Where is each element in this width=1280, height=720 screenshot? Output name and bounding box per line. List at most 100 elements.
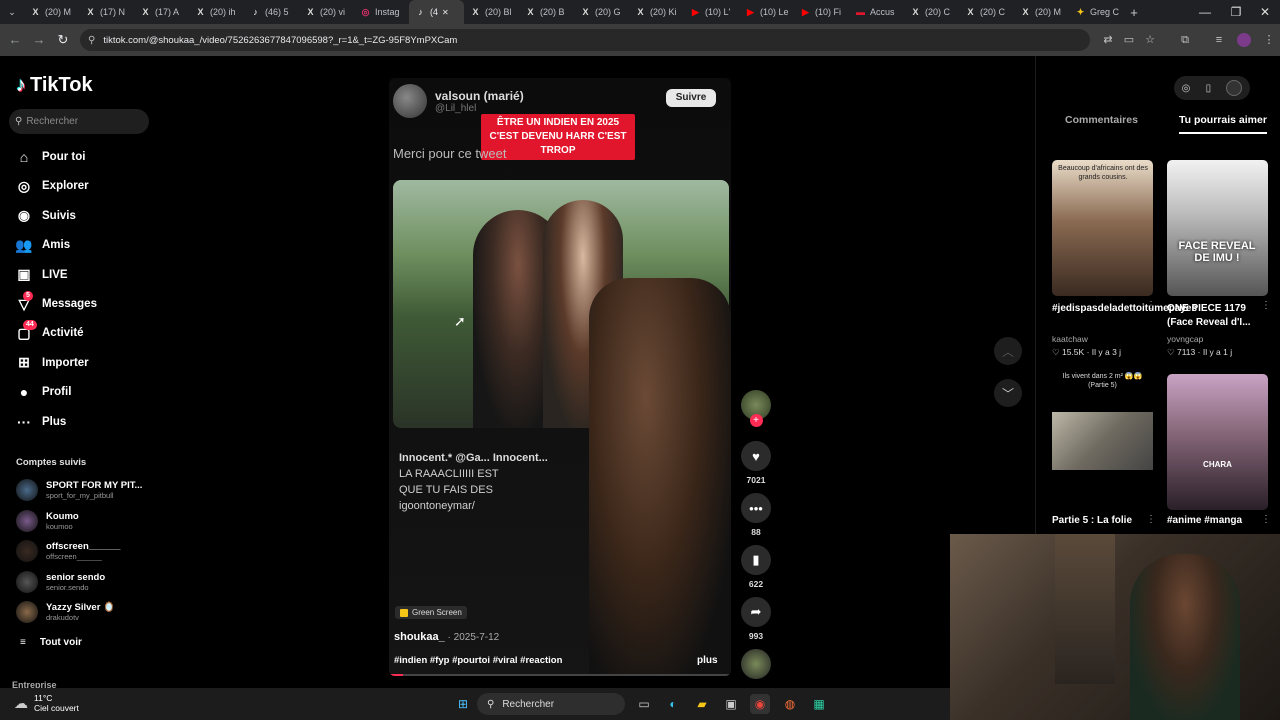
suggested-video-title[interactable]: #jedispasdeladettoitumepayes [1052, 302, 1197, 316]
browser-tab[interactable]: X (20) ih [189, 0, 244, 24]
maximize-button[interactable]: ❐ [1221, 0, 1251, 24]
effect-chip[interactable]: Green Screen [395, 606, 467, 619]
video-player[interactable]: valsoun (marié) @Lil_hlel Suivre ÊTRE UN… [389, 78, 731, 676]
menu-icon[interactable]: ⋮ [1262, 33, 1276, 47]
tab-search-button[interactable]: ⌄ [0, 0, 24, 24]
followed-account[interactable]: senior sendo senior.sendo [16, 569, 105, 595]
comment-icon[interactable]: ••• [741, 493, 771, 523]
search-input[interactable]: ⚲ Rechercher [9, 109, 149, 134]
app-icon[interactable]: ▦ [809, 694, 829, 714]
address-bar[interactable]: ⚲ tiktok.com/@shoukaa_/video/75262636778… [80, 29, 1090, 51]
like-action[interactable]: ♥ 7021 [740, 441, 772, 485]
weather-widget[interactable]: ☁ 11°C Ciel couvert [14, 693, 79, 713]
followed-account[interactable]: offscreen______ offscreen______ [16, 538, 120, 564]
suggested-video-title[interactable]: #anime #manga [1167, 514, 1257, 528]
sidebar-item-suivis[interactable]: ◉ Suivis [16, 206, 76, 226]
sidebar-item-live[interactable]: ▣ LIVE [16, 265, 67, 285]
music-disc[interactable] [740, 649, 772, 679]
comment-action[interactable]: ••• 88 [740, 493, 772, 537]
sidebar-item-pourtoi[interactable]: ⌂ Pour toi [16, 147, 86, 167]
browser-tab[interactable]: ♪ (46) 5 [244, 0, 299, 24]
next-video-button[interactable]: ﹀ [994, 379, 1022, 407]
hashtags[interactable]: #indien #fyp #pourtoi #viral #reaction [394, 655, 562, 666]
heart-icon[interactable]: ♥ [741, 441, 771, 471]
browser-tab[interactable]: X (17) A [134, 0, 189, 24]
browser-tab[interactable]: X (20) G [574, 0, 629, 24]
compass-icon[interactable]: ◎ [1182, 83, 1191, 94]
sidebar-item-activit[interactable]: ▢ 44 Activité [16, 320, 84, 343]
tiktok-logo[interactable]: ♪ TikTok [16, 74, 93, 97]
card-author[interactable]: yovngcap [1167, 334, 1203, 344]
tab-comments[interactable]: Commentaires [1065, 114, 1138, 126]
chrome-icon[interactable]: ◉ [750, 694, 770, 714]
browser-tab[interactable]: ▶ (10) Fi [794, 0, 849, 24]
extensions-icon[interactable]: ⧉ [1178, 33, 1192, 47]
follow-button[interactable]: Suivre [666, 89, 716, 107]
firefox-icon[interactable]: ◍ [780, 694, 800, 714]
tab-you-might-like[interactable]: Tu pourrais aimer [1179, 114, 1267, 126]
task-view-icon[interactable]: ▭ [634, 694, 654, 714]
browser-tab[interactable]: ▶ (10) Le [739, 0, 794, 24]
bookmark-star-icon[interactable]: ☆ [1143, 33, 1157, 47]
followed-account[interactable]: Yazzy Silver 🪞 drakudotv [16, 599, 115, 625]
close-tab-icon[interactable]: ✕ [442, 8, 449, 17]
sidebar-item-importer[interactable]: ⊞ Importer [16, 353, 89, 373]
browser-tab[interactable]: ✦ Greg C [1069, 0, 1124, 24]
suggested-video-title[interactable]: ONE PIECE 1179 (Face Reveal d'I... [1167, 302, 1257, 330]
sidebar-item-plus[interactable]: ··· Plus [16, 412, 66, 432]
video-creator[interactable]: shoukaa_ · 2025-7-12 [394, 631, 499, 643]
sidebar-item-explorer[interactable]: ◎ Explorer [16, 176, 89, 196]
minimize-button[interactable]: — [1190, 0, 1220, 24]
forward-icon[interactable]: → [31, 32, 47, 48]
browser-tab[interactable]: ▶ (10) L' [684, 0, 739, 24]
file-explorer-icon[interactable]: ▰ [692, 694, 712, 714]
browser-tab[interactable]: X (20) Bl [464, 0, 519, 24]
back-icon[interactable]: ← [7, 32, 23, 48]
more-button[interactable]: plus [697, 655, 718, 666]
site-info-icon[interactable]: ⚲ [88, 35, 95, 46]
previous-video-button[interactable]: ︿ [994, 337, 1022, 365]
sidebar-item-amis[interactable]: 👥 Amis [15, 235, 70, 255]
browser-tab[interactable]: ♪ (4 ✕ [409, 0, 464, 24]
reload-icon[interactable]: ↻ [55, 32, 71, 48]
author-avatar[interactable] [393, 84, 427, 118]
see-all-link[interactable]: ≡ Tout voir [20, 637, 82, 648]
card-menu-icon[interactable]: ⋮ [1146, 300, 1156, 311]
profile-avatar[interactable] [1237, 33, 1251, 47]
sidebar-item-messages[interactable]: ▽ 5 Messages [16, 291, 97, 314]
suggested-video-thumb[interactable]: FACE REVEAL DE IMU ! [1167, 160, 1268, 296]
browser-tab[interactable]: X (20) vi [299, 0, 354, 24]
card-menu-icon[interactable]: ⋮ [1261, 300, 1271, 311]
suggested-video-thumb[interactable]: Beaucoup d'africains ont des grands cous… [1052, 160, 1153, 296]
browser-tab[interactable]: X (17) N [79, 0, 134, 24]
close-window-button[interactable]: ✕ [1250, 0, 1280, 24]
video-progress-bar[interactable] [389, 674, 731, 676]
tab-search-icon[interactable]: ≡ [1212, 33, 1226, 47]
browser-tab[interactable]: X (20) B [519, 0, 574, 24]
translate-icon[interactable]: ⇄ [1101, 33, 1115, 47]
suggested-video-title[interactable]: Partie 5 : La folie [1052, 514, 1142, 528]
taskbar-search[interactable]: ⚲ Rechercher [477, 693, 625, 715]
share-icon[interactable]: ➦ [741, 597, 771, 627]
card-menu-icon[interactable]: ⋮ [1261, 514, 1271, 525]
device-icon[interactable]: ▯ [1206, 83, 1212, 94]
cast-icon[interactable]: ▭ [1122, 33, 1136, 47]
new-tab-button[interactable]: + [1124, 5, 1144, 20]
follow-plus-icon[interactable]: + [749, 414, 763, 427]
video-author[interactable]: valsoun (marié) @Lil_hlel [393, 84, 524, 118]
browser-tab[interactable]: X (20) M [24, 0, 79, 24]
browser-tab[interactable]: X (20) Ki [629, 0, 684, 24]
windows-start-icon[interactable]: ⊞ [453, 694, 473, 714]
browser-tab[interactable]: ◎ Instag [354, 0, 409, 24]
followed-account[interactable]: Koumo koumoo [16, 508, 79, 534]
browser-tab[interactable]: X (20) C [904, 0, 959, 24]
browser-tab[interactable]: X (20) C [959, 0, 1014, 24]
card-author[interactable]: kaatchaw [1052, 334, 1088, 344]
followed-account[interactable]: SPORT FOR MY PIT... sport_for_my_pitbull [16, 477, 142, 503]
suggested-video-thumb[interactable]: Ils vivent dans 2 m² 😱😱 (Partie 5) [1052, 370, 1153, 506]
music-disc-icon[interactable] [741, 649, 771, 679]
save-action[interactable]: ▮ 622 [740, 545, 772, 589]
browser-tab[interactable]: ▬ Accus [849, 0, 904, 24]
user-avatar-icon[interactable] [1226, 80, 1243, 96]
bookmark-icon[interactable]: ▮ [741, 545, 771, 575]
